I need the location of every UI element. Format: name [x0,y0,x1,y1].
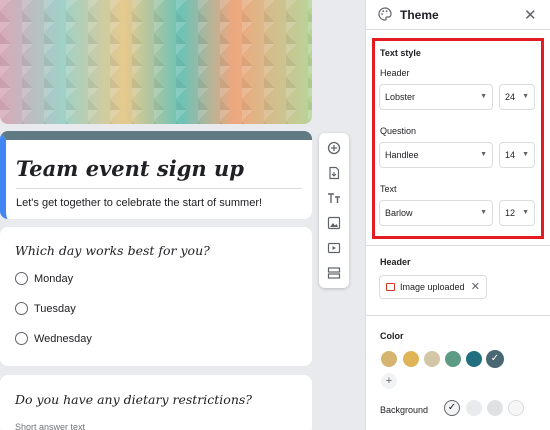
add-video-icon[interactable] [327,241,341,255]
background-swatch-selected[interactable]: ✓ [444,400,460,416]
option-label: Tuesday [34,302,76,315]
header-image [0,0,312,124]
add-image-icon[interactable] [327,216,341,230]
question-font-select[interactable]: Handlee ▼ [379,142,493,168]
color-swatch[interactable] [466,351,482,367]
text-size-select[interactable]: 12 ▼ [499,200,535,226]
question-card[interactable]: Do you have any dietary restrictions? Sh… [0,375,312,430]
panel-title: Theme [400,8,439,22]
form-editor-area: Team event sign up Let's get together to… [0,0,365,430]
option-label: Wednesday [34,332,92,345]
form-description[interactable]: Let's get together to celebrate the star… [16,197,262,209]
question-font-value: Handlee [385,150,419,160]
theme-panel-header: Theme ✕ [366,0,550,30]
background-swatch[interactable] [487,400,503,416]
color-swatch-selected[interactable]: ✓ [486,350,504,368]
dropdown-arrow-icon: ▼ [480,209,487,216]
palette-icon [378,7,392,26]
option-label: Monday [34,272,74,285]
question-font-label: Question [380,126,417,136]
header-size-select[interactable]: 24 ▼ [499,84,535,110]
header-font-select[interactable]: Lobster ▼ [379,84,493,110]
title-divider [16,188,302,189]
question-size-select[interactable]: 14 ▼ [499,142,535,168]
floating-toolbar [319,133,349,288]
option-wednesday[interactable]: Wednesday [15,332,92,345]
radio-icon[interactable] [15,332,28,345]
text-font-label: Text [380,184,397,194]
color-section-heading: Color [380,331,404,341]
color-swatch[interactable] [381,351,397,367]
header-section-heading: Header [380,257,411,267]
image-uploaded-chip[interactable]: Image uploaded ✕ [379,275,487,299]
add-title-icon[interactable] [327,191,341,205]
add-question-icon[interactable] [327,141,341,155]
color-swatch[interactable] [424,351,440,367]
add-section-icon[interactable] [327,266,341,280]
header-font-label: Header [380,68,410,78]
question-size-value: 14 [505,150,516,160]
option-monday[interactable]: Monday [15,272,73,285]
short-answer-hint: Short answer text [15,422,86,430]
text-font-value: Barlow [385,208,413,218]
import-questions-icon[interactable] [327,166,341,180]
text-style-heading: Text style [380,48,421,58]
dropdown-arrow-icon: ▼ [522,93,529,100]
option-tuesday[interactable]: Tuesday [15,302,76,315]
dropdown-arrow-icon: ▼ [480,93,487,100]
question-title[interactable]: Do you have any dietary restrictions? [15,392,252,407]
chip-label: Image uploaded [400,282,465,292]
background-label: Background [380,405,429,415]
check-icon: ✓ [490,353,500,364]
section-divider [365,315,550,316]
background-swatch[interactable] [508,400,524,416]
header-font-value: Lobster [385,92,416,102]
form-title-card[interactable]: Team event sign up Let's get together to… [0,131,312,219]
dropdown-arrow-icon: ▼ [522,151,529,158]
add-color-icon[interactable]: + [381,373,397,389]
header-size-value: 24 [505,92,516,102]
radio-icon[interactable] [15,272,28,285]
close-icon[interactable]: ✕ [524,6,537,24]
color-swatch[interactable] [403,351,419,367]
radio-icon[interactable] [15,302,28,315]
text-size-value: 12 [505,208,516,218]
background-swatch[interactable] [466,400,482,416]
form-title[interactable]: Team event sign up [16,156,244,181]
question-title[interactable]: Which day works best for you? [15,243,210,258]
remove-icon[interactable]: ✕ [471,276,480,298]
section-divider [365,245,550,246]
text-font-select[interactable]: Barlow ▼ [379,200,493,226]
image-icon [386,283,395,291]
color-swatch[interactable] [445,351,461,367]
question-card[interactable]: Which day works best for you? Monday Tue… [0,227,312,366]
dropdown-arrow-icon: ▼ [480,151,487,158]
check-icon: ✓ [447,402,457,413]
dropdown-arrow-icon: ▼ [522,209,529,216]
